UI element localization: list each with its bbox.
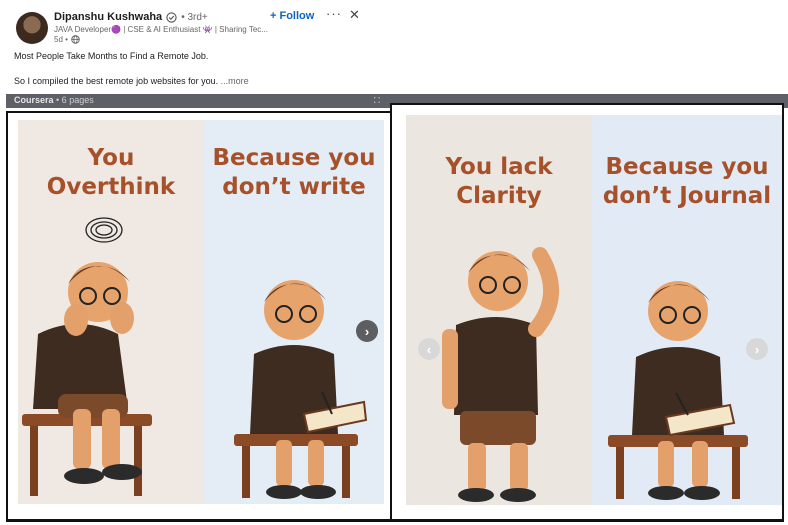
slide-heading-line: You [87,145,135,171]
follow-button[interactable]: + Follow [270,10,314,22]
carousel-slide-right[interactable]: You lack Clarity Because you don’t Journ… [390,103,784,522]
post-header: Dipanshu Kushwaha • 3rd+ JAVA Developer🟣… [0,0,788,95]
slide-heading-line: don’t Journal [602,183,772,209]
document-source: Coursera [14,95,54,105]
slide-heading-lack-clarity: You lack Clarity [406,153,592,211]
connection-degree: • 3rd+ [181,11,208,23]
more-options-icon[interactable]: ··· [326,6,342,21]
slide-panel-dont-write: Because you don’t write [204,120,384,504]
post-time: 5d • [54,35,68,44]
slide-heading-line: don’t write [222,174,366,200]
slide-panel-overthink: You Overthink [18,120,204,504]
document-title: Coursera • 6 pages [14,95,94,105]
slide-heading-line: Clarity [456,183,542,209]
slide-heading-line: You lack [445,154,553,180]
next-slide-arrow[interactable]: › [356,320,378,342]
confused-man-standing-illustration [442,247,559,502]
slide-heading-dont-write: Because you don’t write [204,144,384,202]
avatar[interactable] [16,12,48,44]
carousel-slide-left[interactable]: You Overthink Because you don’t write › [6,111,393,522]
man-journaling-illustration [608,281,748,500]
slide-panel-dont-journal: Because you don’t Journal [592,115,782,505]
fullscreen-icon[interactable]: ⛶ [374,96,380,106]
globe-icon [71,35,80,44]
author-headline: JAVA Developer🟣 | CSE & AI Enthusiast 👾 … [54,25,268,34]
slide-heading-dont-journal: Because you don’t Journal [592,153,782,211]
post-body: Most People Take Months to Find a Remote… [14,50,249,88]
post-meta: 5d • [54,35,80,44]
post-line-2-text: So I compiled the best remote job websit… [14,76,219,86]
see-more-link[interactable]: ...more [221,76,249,86]
slide-heading-line: Overthink [46,174,176,200]
worried-man-sitting-illustration [22,217,152,496]
document-page-count: • 6 pages [56,95,94,105]
post-line-2: So I compiled the best remote job websit… [14,75,249,88]
author-name[interactable]: Dipanshu Kushwaha [54,11,162,23]
slide-heading-overthink: You Overthink [18,144,204,202]
verified-shield-icon [166,11,177,23]
slide-panel-lack-clarity: You lack Clarity [406,115,592,505]
slide-heading-line: Because you [605,154,769,180]
man-writing-illustration [234,280,368,499]
author-name-row: Dipanshu Kushwaha • 3rd+ [54,11,208,23]
next-slide-arrow[interactable]: › [746,338,768,360]
slide-heading-line: Because you [212,145,376,171]
close-icon[interactable]: ✕ [349,7,360,23]
post-line-1: Most People Take Months to Find a Remote… [14,51,209,61]
previous-slide-arrow[interactable]: ‹ [418,338,440,360]
